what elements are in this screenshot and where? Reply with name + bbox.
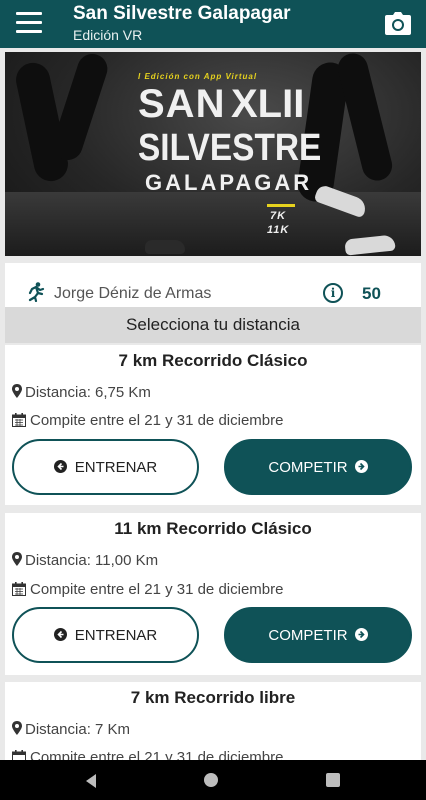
card-dates-text: Compite entre el 21 y 31 de diciembre bbox=[30, 412, 284, 429]
train-button-label: ENTRENAR bbox=[74, 459, 158, 476]
card-distance: Distancia: 11,00 Km bbox=[12, 552, 158, 569]
banner-title-galapagar: GALAPAGAR bbox=[145, 170, 313, 195]
arrow-right-icon bbox=[354, 460, 368, 473]
arrow-right-icon bbox=[354, 628, 368, 641]
menu-icon[interactable] bbox=[16, 12, 42, 34]
card-distance: Distancia: 7 Km bbox=[12, 721, 130, 738]
runner-name: Jorge Déniz de Armas bbox=[54, 285, 212, 302]
card-dates: Compite entre el 21 y 31 de diciembre bbox=[12, 749, 283, 760]
app-bar: San Silvestre Galapagar Edición VR bbox=[0, 0, 426, 48]
compete-button[interactable]: COMPETIR bbox=[224, 439, 412, 495]
camera-icon[interactable] bbox=[384, 11, 412, 37]
banner-distance-7k: 7K bbox=[270, 210, 287, 222]
banner-title-silvestre: SILVESTRE bbox=[138, 127, 322, 169]
card-distance-text: Distancia: 11,00 Km bbox=[25, 552, 159, 569]
banner-edition-text: I Edición con App Virtual bbox=[138, 72, 258, 81]
compete-button-label: COMPETIR bbox=[268, 627, 348, 644]
calendar-icon bbox=[12, 413, 26, 427]
calendar-icon bbox=[12, 582, 26, 596]
runner-icon bbox=[27, 282, 45, 303]
card-distance: Distancia: 6,75 Km bbox=[12, 384, 151, 401]
compete-button[interactable]: COMPETIR bbox=[224, 607, 412, 663]
train-button[interactable]: ENTRENAR bbox=[12, 607, 199, 663]
banner-accent-bar bbox=[267, 204, 295, 207]
card-dates-text: Compite entre el 21 y 31 de diciembre bbox=[30, 749, 284, 760]
card-title: 7 km Recorrido libre bbox=[130, 688, 296, 707]
banner-distance-11k: 11K bbox=[267, 224, 290, 236]
runner-row: Jorge Déniz de Armas i 50 bbox=[5, 263, 421, 307]
info-icon[interactable]: i bbox=[323, 283, 343, 303]
distance-card: 7 km Recorrido Clásico Distancia: 6,75 K… bbox=[5, 345, 421, 505]
distance-card: 7 km Recorrido libre Distancia: 7 Km Com… bbox=[5, 682, 421, 760]
distance-card: 11 km Recorrido Clásico Distancia: 11,00… bbox=[5, 513, 421, 675]
card-dates-text: Compite entre el 21 y 31 de diciembre bbox=[30, 581, 284, 598]
select-distance-header: Selecciona tu distancia bbox=[5, 307, 421, 343]
home-icon[interactable] bbox=[204, 773, 218, 787]
app-title: San Silvestre Galapagar bbox=[73, 3, 291, 24]
card-distance-text: Distancia: 6,75 Km bbox=[25, 384, 151, 401]
card-distance-text: Distancia: 7 Km bbox=[25, 721, 131, 738]
back-icon[interactable] bbox=[84, 773, 98, 794]
calendar-icon bbox=[12, 750, 26, 760]
location-pin-icon bbox=[12, 552, 22, 566]
arrow-left-icon bbox=[53, 460, 67, 473]
train-button-label: ENTRENAR bbox=[74, 627, 158, 644]
system-nav-bar bbox=[0, 760, 426, 800]
recent-apps-icon[interactable] bbox=[326, 773, 340, 787]
app-subtitle: Edición VR bbox=[73, 27, 143, 43]
card-dates: Compite entre el 21 y 31 de diciembre bbox=[12, 581, 283, 598]
card-dates: Compite entre el 21 y 31 de diciembre bbox=[12, 412, 283, 429]
card-title: 7 km Recorrido Clásico bbox=[118, 351, 308, 370]
location-pin-icon bbox=[12, 721, 22, 735]
runner-count: 50 bbox=[362, 284, 381, 303]
compete-button-label: COMPETIR bbox=[268, 459, 348, 476]
banner-roman-numeral: XLII bbox=[231, 82, 305, 126]
card-title: 11 km Recorrido Clásico bbox=[114, 519, 312, 538]
location-pin-icon bbox=[12, 384, 22, 398]
train-button[interactable]: ENTRENAR bbox=[12, 439, 199, 495]
event-banner: I Edición con App Virtual SAN XLII SILVE… bbox=[5, 52, 421, 256]
arrow-left-icon bbox=[53, 628, 67, 641]
banner-title-san: SAN bbox=[138, 82, 226, 126]
